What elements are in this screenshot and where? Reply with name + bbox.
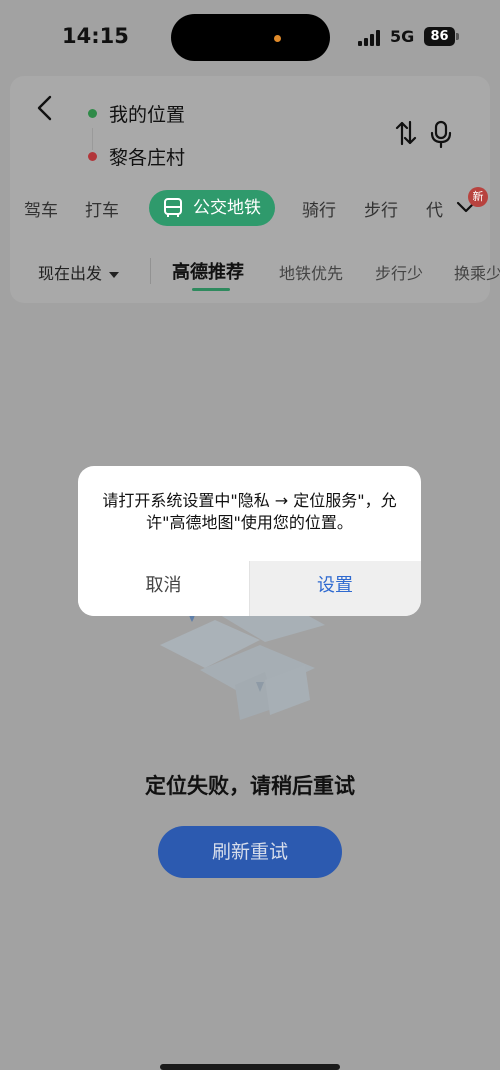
dialog-settings-button[interactable]: 设置	[249, 561, 421, 616]
location-failed-message: 定位失败，请稍后重试	[145, 774, 355, 798]
bus-icon	[164, 198, 182, 217]
refresh-retry-button[interactable]: 刷新重试	[158, 826, 342, 878]
home-indicator	[160, 1064, 340, 1070]
destination-dot-icon	[88, 152, 97, 161]
origin-dot-icon	[88, 109, 97, 118]
depart-time-label: 现在出发	[38, 264, 103, 283]
dynamic-island	[171, 14, 330, 61]
swap-icon[interactable]	[394, 120, 418, 146]
battery-cap	[456, 33, 459, 40]
route-destination-label: 黎各庄村	[109, 147, 186, 169]
route-origin-label: 我的位置	[109, 104, 186, 126]
depart-time-dropdown[interactable]: 现在出发	[38, 260, 120, 284]
tab-transit-label: 公交地铁	[193, 198, 261, 218]
tab-taxi[interactable]: 打车	[85, 196, 119, 221]
status-time: 14:15	[62, 24, 129, 48]
screen: 14:15 5G 86 我的位置 黎各庄村 驾车 打车 公交地铁 骑行 步行 代…	[0, 0, 500, 1070]
route-preference-bar: 现在出发 高德推荐 地铁优先 步行少 换乘少	[10, 254, 500, 291]
microphone-icon[interactable]	[430, 120, 452, 148]
dialog-cancel-button[interactable]: 取消	[78, 561, 249, 616]
tab-transit[interactable]: 公交地铁	[149, 190, 275, 226]
caret-down-icon	[109, 271, 120, 278]
divider	[150, 258, 151, 284]
signal-icon	[358, 30, 382, 46]
location-permission-dialog: 请打开系统设置中"隐私 → 定位服务"，允许"高德地图"使用您的位置。 取消 设…	[78, 466, 421, 616]
battery-icon: 86	[424, 27, 455, 46]
pref-recommended[interactable]: 高德推荐	[172, 258, 244, 284]
network-type: 5G	[390, 27, 415, 46]
tab-walk[interactable]: 步行	[364, 196, 398, 221]
route-origin[interactable]: 我的位置	[88, 100, 185, 127]
travel-mode-tabs: 驾车 打车 公交地铁 骑行 步行 代	[10, 190, 490, 226]
tab-designated-driver[interactable]: 代	[426, 196, 443, 221]
route-destination[interactable]: 黎各庄村	[88, 143, 185, 170]
active-pref-indicator	[192, 288, 230, 291]
route-card: 我的位置 黎各庄村 驾车 打车 公交地铁 骑行 步行 代 新 现在出发 高德推荐…	[10, 76, 500, 303]
pref-fewer-transfers[interactable]: 换乘少	[454, 260, 500, 284]
tab-bike[interactable]: 骑行	[302, 196, 336, 221]
back-arrow-icon[interactable]	[34, 94, 58, 122]
new-badge: 新	[468, 187, 488, 207]
pref-subway-first[interactable]: 地铁优先	[279, 260, 343, 284]
status-bar: 14:15 5G 86	[0, 0, 500, 75]
indicator-dot	[274, 35, 281, 42]
dialog-message: 请打开系统设置中"隐私 → 定位服务"，允许"高德地图"使用您的位置。	[102, 491, 397, 532]
dialog-divider	[249, 561, 250, 616]
pref-less-walking[interactable]: 步行少	[375, 260, 423, 284]
tab-drive[interactable]: 驾车	[24, 196, 58, 221]
